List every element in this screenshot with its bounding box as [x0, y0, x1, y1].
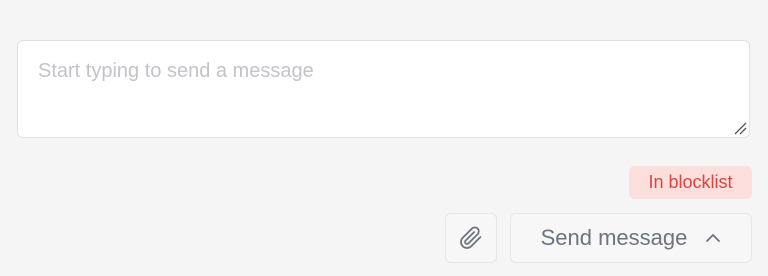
message-input[interactable]	[18, 41, 749, 137]
attach-file-button[interactable]	[445, 213, 497, 263]
message-composer	[17, 40, 750, 138]
chevron-up-icon[interactable]	[705, 230, 721, 246]
blocklist-status-badge: In blocklist	[629, 166, 752, 199]
resize-handle-icon[interactable]	[733, 121, 747, 135]
paperclip-icon	[460, 226, 482, 249]
send-message-button[interactable]: Send message	[510, 213, 752, 263]
blocklist-status-label: In blocklist	[648, 172, 733, 192]
send-message-label: Send message	[540, 225, 688, 250]
